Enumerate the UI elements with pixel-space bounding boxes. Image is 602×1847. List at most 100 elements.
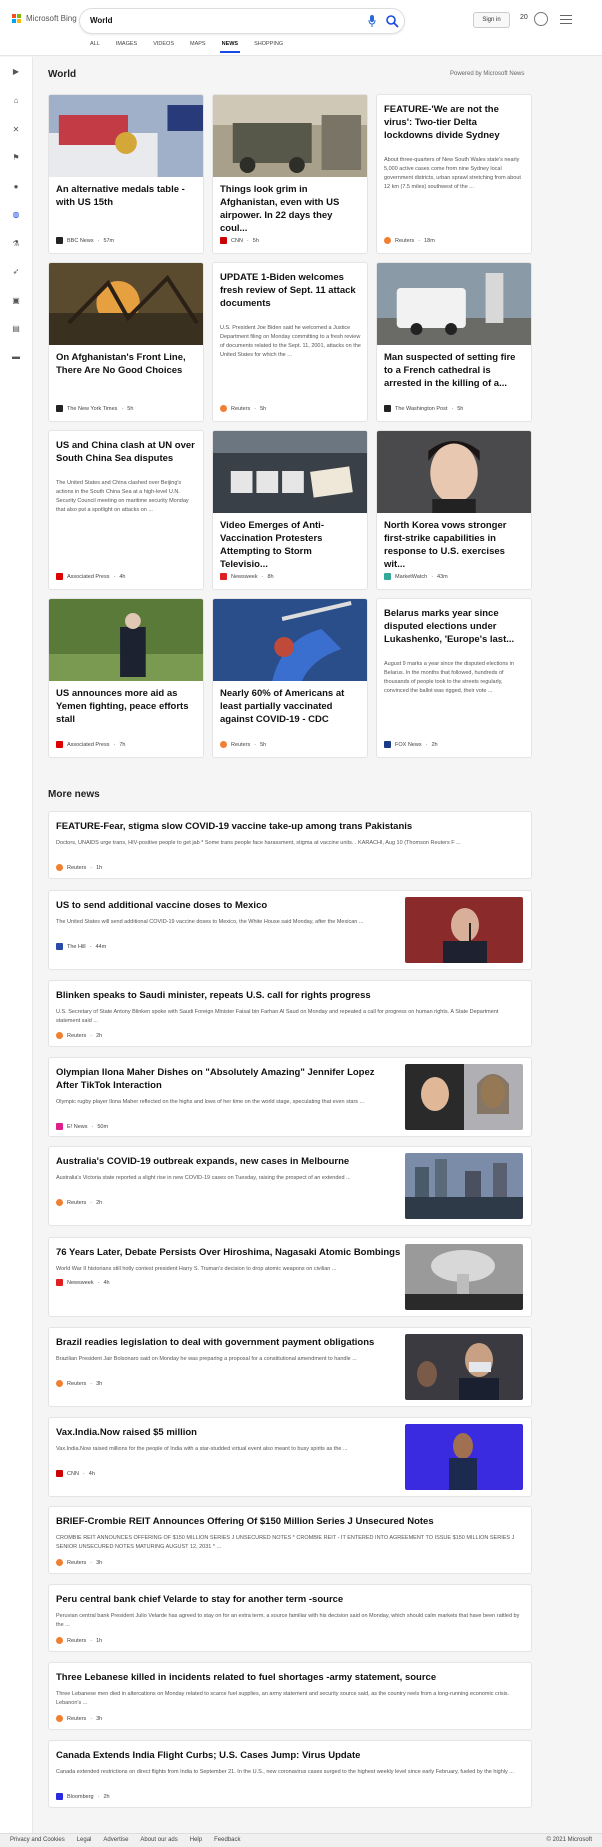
source-logo-icon [56,1559,63,1566]
news-list-item[interactable]: Peru central bank chief Velarde to stay … [48,1584,532,1652]
card-title[interactable]: US announces more aid as Yemen fighting,… [56,687,198,726]
microsoft-logo-icon [12,14,21,23]
tab-maps[interactable]: MAPS [182,38,214,53]
news-card[interactable]: On Afghanistan's Front Line, There Are N… [48,262,204,422]
footer: Privacy and Cookies Legal Advertise Abou… [0,1833,602,1847]
source-logo-icon [220,237,227,244]
powered-by: Powered by Microsoft News [450,71,525,77]
news-card[interactable]: Belarus marks year since disputed electi… [376,598,532,758]
tools-icon[interactable]: ✕ [10,123,22,135]
source-logo-icon [56,1380,63,1387]
bing-logo[interactable]: Microsoft Bing [12,14,77,23]
search-box[interactable]: World [80,9,404,33]
item-title[interactable]: Olympian Ilona Maher Dishes on "Absolute… [56,1066,396,1092]
home-icon[interactable]: ⌂ [10,94,22,106]
item-title[interactable]: Canada Extends India Flight Curbs; U.S. … [56,1749,360,1762]
source-logo-icon [56,741,63,748]
item-title[interactable]: FEATURE-Fear, stigma slow COVID-19 vacci… [56,820,412,833]
news-card[interactable]: US and China clash at UN over South Chin… [48,430,204,590]
flag-icon[interactable]: ⚑ [10,151,22,163]
news-list-item[interactable]: BRIEF-Crombie REIT Announces Offering Of… [48,1506,532,1574]
item-title[interactable]: Three Lebanese killed in incidents relat… [56,1671,436,1684]
menu-icon[interactable] [560,15,572,24]
item-thumbnail [405,1064,523,1130]
item-title[interactable]: 76 Years Later, Debate Persists Over Hir… [56,1246,400,1259]
card-title[interactable]: Video Emerges of Anti-Vaccination Protes… [220,519,362,571]
card-title[interactable]: Things look grim in Afghanistan, even wi… [220,183,362,235]
item-title[interactable]: Brazil readies legislation to deal with … [56,1336,374,1349]
footer-link-advertise[interactable]: Advertise [103,1837,128,1843]
item-thumbnail [405,1334,523,1400]
card-title[interactable]: North Korea vows stronger first-strike c… [384,519,526,571]
news-card[interactable]: US announces more aid as Yemen fighting,… [48,598,204,758]
more-icon[interactable]: ▬ [10,350,22,362]
microphone-icon[interactable] [368,15,376,27]
item-title[interactable]: Vax.India.Now raised $5 million [56,1426,197,1439]
news-card[interactable]: Nearly 60% of Americans at least partial… [212,598,368,758]
left-rail: ▶ ⌂ ✕ ⚑ ● ◍ ⚗ ➶ ▣ ▤ ▬ [0,57,33,1833]
news-list-item[interactable]: Olympian Ilona Maher Dishes on "Absolute… [48,1057,532,1137]
tab-news[interactable]: NEWS [214,38,247,53]
card-title[interactable]: Belarus marks year since disputed electi… [384,607,526,646]
tab-images[interactable]: IMAGES [108,38,145,53]
footer-link-feedback[interactable]: Feedback [214,1837,240,1843]
globe-icon[interactable]: ◍ [10,208,22,220]
location-icon[interactable]: ● [10,180,22,192]
card-image [377,263,531,345]
item-title[interactable]: Peru central bank chief Velarde to stay … [56,1593,343,1606]
card-title[interactable]: UPDATE 1-Biden welcomes fresh review of … [220,271,362,310]
card-title[interactable]: Man suspected of setting fire to a Frenc… [384,351,526,390]
footer-link-about-ads[interactable]: About our ads [140,1837,177,1843]
news-card[interactable]: North Korea vows stronger first-strike c… [376,430,532,590]
entertainment-icon[interactable]: ▣ [10,294,22,306]
card-image [49,95,203,177]
source-logo-icon [384,741,391,748]
news-list-item[interactable]: Brazil readies legislation to deal with … [48,1327,532,1407]
news-list-item[interactable]: 76 Years Later, Debate Persists Over Hir… [48,1237,532,1317]
source-logo-icon [56,405,63,412]
card-title[interactable]: US and China clash at UN over South Chin… [56,439,198,465]
news-card[interactable]: Video Emerges of Anti-Vaccination Protes… [212,430,368,590]
news-list-item[interactable]: Canada Extends India Flight Curbs; U.S. … [48,1740,532,1808]
footer-link-privacy[interactable]: Privacy and Cookies [10,1837,65,1843]
footer-link-legal[interactable]: Legal [77,1837,92,1843]
news-list-item[interactable]: Three Lebanese killed in incidents relat… [48,1662,532,1730]
news-list-item[interactable]: FEATURE-Fear, stigma slow COVID-19 vacci… [48,811,532,879]
news-card[interactable]: UPDATE 1-Biden welcomes fresh review of … [212,262,368,422]
card-image [49,263,203,345]
item-title[interactable]: Blinken speaks to Saudi minister, repeat… [56,989,371,1002]
expand-arrow-icon[interactable]: ▶ [10,65,22,77]
rewards-medal-icon[interactable] [534,12,548,26]
item-title[interactable]: US to send additional vaccine doses to M… [56,899,267,912]
card-title[interactable]: Nearly 60% of Americans at least partial… [220,687,362,726]
news-card[interactable]: FEATURE-'We are not the virus': Two-tier… [376,94,532,254]
card-image [377,431,531,513]
sign-in-button[interactable]: Sign in [473,12,510,28]
footer-link-help[interactable]: Help [190,1837,202,1843]
rocket-icon[interactable]: ➶ [10,265,22,277]
news-card[interactable]: An alternative medals table - with US 15… [48,94,204,254]
item-title[interactable]: BRIEF-Crombie REIT Announces Offering Of… [56,1515,434,1528]
card-title[interactable]: An alternative medals table - with US 15… [56,183,198,209]
news-list-item[interactable]: Australia's COVID-19 outbreak expands, n… [48,1146,532,1226]
news-card[interactable]: Man suspected of setting fire to a Frenc… [376,262,532,422]
item-title[interactable]: Australia's COVID-19 outbreak expands, n… [56,1155,349,1168]
news-list-item[interactable]: Blinken speaks to Saudi minister, repeat… [48,980,532,1047]
item-source: Reuters · 1h [56,1637,102,1644]
rewards-points[interactable]: 20 [520,14,528,21]
card-source: BBC News · 57m [56,237,114,244]
card-image [49,599,203,681]
science-icon[interactable]: ⚗ [10,237,22,249]
tab-videos[interactable]: VIDEOS [145,38,182,53]
card-title[interactable]: FEATURE-'We are not the virus': Two-tier… [384,103,526,142]
news-list-item[interactable]: Vax.India.Now raised $5 million Vax.Indi… [48,1417,532,1497]
tab-shopping[interactable]: SHOPPING [246,38,291,53]
tab-all[interactable]: ALL [82,38,108,53]
search-icon[interactable] [385,14,399,28]
card-title[interactable]: On Afghanistan's Front Line, There Are N… [56,351,198,377]
news-list-item[interactable]: US to send additional vaccine doses to M… [48,890,532,970]
source-logo-icon [56,1715,63,1722]
business-icon[interactable]: ▤ [10,322,22,334]
news-card[interactable]: Things look grim in Afghanistan, even wi… [212,94,368,254]
search-input[interactable]: World [90,16,113,25]
